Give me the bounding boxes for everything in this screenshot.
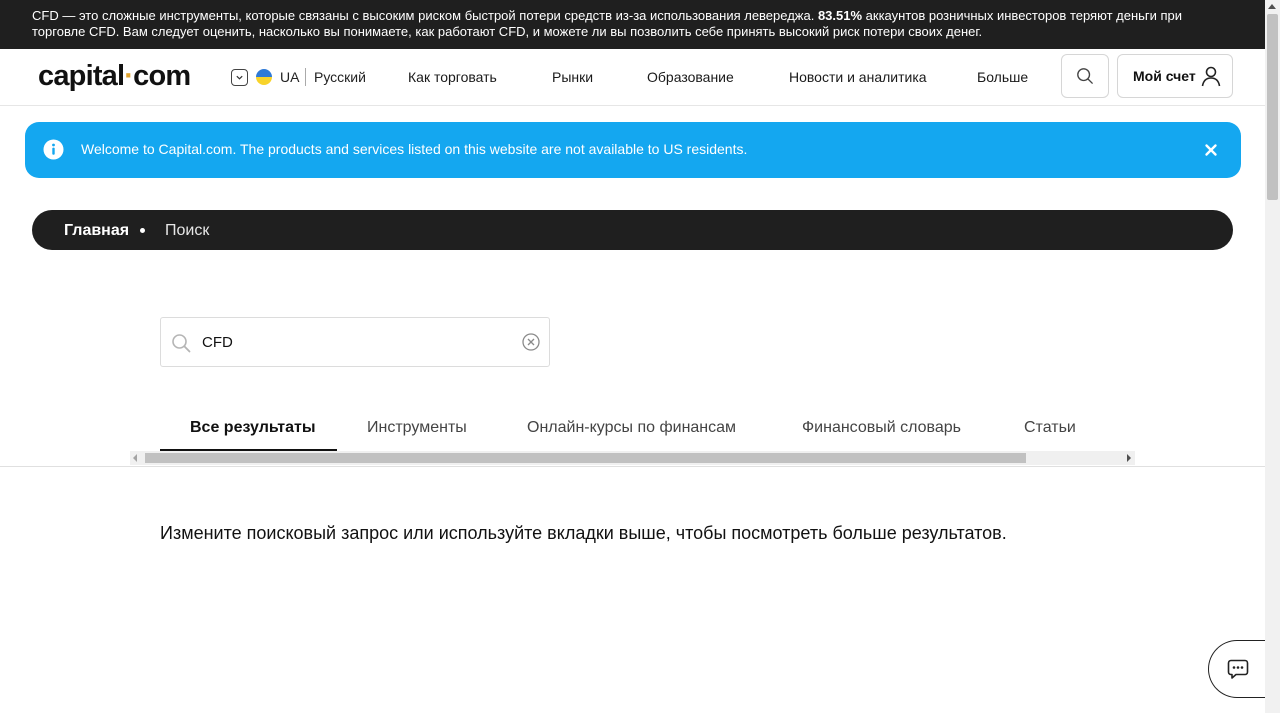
breadcrumb-current: Поиск [165, 222, 210, 239]
user-icon [1201, 66, 1221, 87]
header-search-button[interactable] [1061, 54, 1109, 98]
tab-all-results[interactable]: Все результаты [190, 418, 316, 437]
us-residents-notice: Welcome to Capital.com. The products and… [25, 122, 1241, 178]
language-code[interactable]: UA [280, 69, 299, 86]
page-scrollbar-thumb[interactable] [1267, 14, 1278, 200]
search-icon [172, 334, 191, 353]
chevron-down-icon [236, 75, 243, 80]
site-header: capital·com UA Русский Как торговать Рын… [0, 49, 1265, 106]
scroll-left-arrow-icon[interactable] [133, 454, 137, 462]
info-icon [43, 139, 64, 160]
tabs-scrollbar-thumb[interactable] [145, 453, 1026, 463]
logo-text-left: capital [38, 60, 125, 92]
breadcrumb: Главная Поиск [32, 210, 1233, 250]
my-account-label: Мой счет [1133, 68, 1196, 84]
language-divider [305, 68, 306, 86]
clear-icon[interactable] [522, 333, 540, 351]
chat-button[interactable] [1208, 640, 1268, 698]
nav-news-analytics[interactable]: Новости и аналитика [789, 69, 927, 86]
risk-warning-bar: CFD — это сложные инструменты, которые с… [0, 0, 1265, 49]
breadcrumb-separator [140, 228, 145, 233]
nav-markets[interactable]: Рынки [552, 69, 593, 86]
logo-dot: · [124, 60, 134, 92]
scroll-up-arrow-icon[interactable] [1268, 4, 1276, 9]
search-input[interactable] [202, 329, 512, 355]
chat-icon [1227, 659, 1249, 679]
tab-articles[interactable]: Статьи [1024, 418, 1076, 437]
tabs-horizontal-scrollbar[interactable] [130, 451, 1135, 465]
nav-more[interactable]: Больше [977, 69, 1028, 86]
search-box [160, 317, 550, 367]
search-icon [1077, 68, 1093, 84]
close-icon[interactable] [1201, 140, 1221, 160]
my-account-button[interactable]: Мой счет [1117, 54, 1233, 98]
breadcrumb-home-link[interactable]: Главная [64, 221, 129, 240]
logo[interactable]: capital·com [38, 59, 191, 93]
nav-education[interactable]: Образование [647, 69, 734, 86]
tab-online-courses[interactable]: Онлайн-курсы по финансам [527, 418, 736, 437]
flag-ua-icon [256, 69, 272, 85]
logo-text-right: com [133, 60, 191, 92]
scroll-right-arrow-icon[interactable] [1127, 454, 1131, 462]
language-name[interactable]: Русский [314, 69, 366, 86]
risk-warning-percentage: 83.51% [817, 8, 863, 23]
notice-text: Welcome to Capital.com. The products and… [81, 141, 748, 157]
nav-how-to-trade[interactable]: Как торговать [408, 69, 497, 86]
results-tabs: Все результаты Инструменты Онлайн-курсы … [0, 400, 1265, 467]
search-hint-text: Измените поисковый запрос или используйт… [160, 523, 1007, 543]
tab-instruments[interactable]: Инструменты [367, 418, 467, 437]
language-dropdown-toggle[interactable] [231, 69, 248, 86]
tab-glossary[interactable]: Финансовый словарь [802, 418, 961, 437]
page-vertical-scrollbar[interactable] [1265, 0, 1280, 713]
risk-warning-text-start: CFD — это сложные инструменты, которые с… [32, 8, 818, 23]
